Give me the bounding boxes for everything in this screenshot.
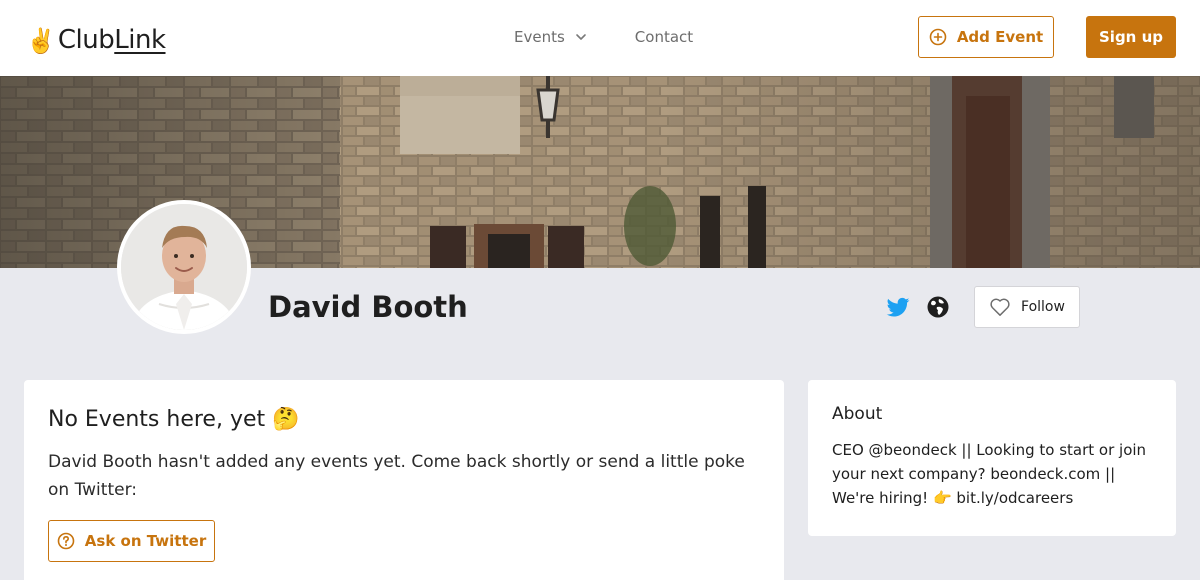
avatar-photo	[121, 204, 247, 330]
add-event-button[interactable]: Add Event	[918, 16, 1054, 58]
clublink-logo[interactable]: ✌️ ClubLink	[26, 22, 166, 56]
nav-events-label: Events	[514, 28, 565, 46]
chevron-down-icon	[575, 34, 586, 40]
profile-avatar	[117, 200, 251, 334]
ask-on-twitter-button[interactable]: Ask on Twitter	[48, 520, 215, 562]
about-card: About CEO @beondeck || Looking to start …	[808, 380, 1176, 536]
main-nav: Events Contact	[514, 26, 693, 48]
heart-icon	[990, 298, 1010, 316]
globe-icon	[927, 296, 949, 318]
events-card: No Events here, yet 🤔 David Booth hasn't…	[24, 380, 784, 580]
events-empty-title: No Events here, yet 🤔	[48, 407, 300, 432]
website-link[interactable]	[926, 295, 950, 319]
victory-hand-icon: ✌️	[26, 27, 56, 55]
about-bio: CEO @beondeck || Looking to start or joi…	[832, 441, 1147, 507]
twitter-profile-link[interactable]	[885, 294, 911, 320]
nav-contact-label: Contact	[634, 28, 694, 46]
logo-text-link: Link	[114, 25, 166, 55]
profile-name: David Booth	[268, 290, 468, 324]
about-title: About	[832, 404, 883, 424]
nav-contact-link[interactable]: Contact	[635, 26, 693, 48]
follow-label: Follow	[1021, 299, 1065, 315]
question-circle-icon	[57, 532, 75, 550]
events-empty-message: David Booth hasn't added any events yet.…	[48, 452, 745, 500]
ask-on-twitter-label: Ask on Twitter	[84, 532, 207, 550]
plus-circle-icon	[929, 28, 947, 46]
sign-up-label: Sign up	[1099, 28, 1163, 46]
follow-button[interactable]: Follow	[974, 286, 1080, 328]
twitter-icon	[886, 297, 910, 317]
sign-up-button[interactable]: Sign up	[1086, 16, 1176, 58]
nav-events-dropdown[interactable]: Events	[514, 26, 587, 48]
logo-text-club: Club	[57, 25, 115, 55]
top-navbar: ✌️ ClubLink Events Contact Add Event Sig…	[0, 0, 1200, 76]
add-event-label: Add Event	[956, 28, 1044, 46]
logo-wordmark: ClubLink	[58, 24, 166, 56]
